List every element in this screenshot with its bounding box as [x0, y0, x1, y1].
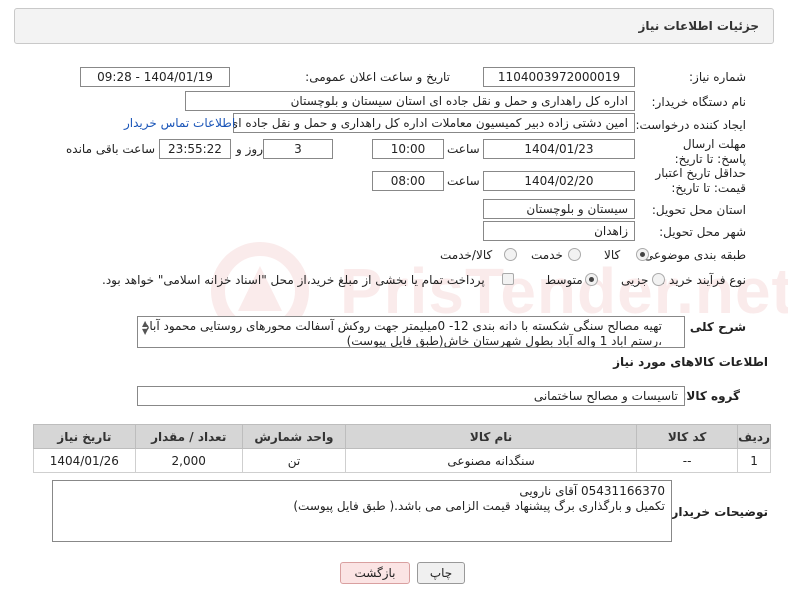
- deadline-time-label: ساعت: [447, 142, 480, 156]
- col-code-header: کد کالا: [636, 424, 739, 449]
- row-number: 1: [737, 448, 771, 473]
- remaining-label: ساعت باقی مانده: [66, 142, 156, 156]
- goods-group-label: گروه کالا:: [681, 389, 740, 403]
- province-field: سیستان و بلوچستان: [483, 199, 635, 219]
- treasury-payment-note: پرداخت تمام یا بخشی از مبلغ خرید،از محل …: [102, 273, 485, 287]
- description-scrollbar[interactable]: ▲ ▼: [142, 320, 148, 336]
- table-row: 1 -- سنگدانه مصنوعی تن 2,000 1404/01/26: [33, 448, 771, 473]
- goods-quantity: 2,000: [134, 448, 243, 473]
- buyer-notes-line-2: تکمیل و بارگذاری برگ پیشنهاد قیمت الزامی…: [293, 499, 665, 513]
- price-validity-time-label: ساعت: [447, 174, 480, 188]
- treasury-payment-checkbox[interactable]: [502, 273, 514, 285]
- category-radio-goods-service[interactable]: [504, 248, 517, 261]
- back-button[interactable]: بازگشت: [340, 562, 410, 584]
- col-date-header: تاریخ نیاز: [33, 424, 136, 449]
- category-option-goods-service: کالا/خدمت: [440, 248, 493, 262]
- buyer-org-field: اداره کل راهداری و حمل و نقل جاده ای است…: [185, 91, 635, 111]
- goods-section-title: اطلاعات کالاهای مورد نیاز: [613, 355, 768, 369]
- page-title: جزئیات اطلاعات نیاز: [638, 19, 759, 33]
- col-qty-header: تعداد / مقدار: [134, 424, 243, 449]
- buyer-notes-line-1: 05431166370 آقای نارویی: [519, 484, 665, 498]
- description-textarea[interactable]: تهیه مصالح سنگی شکسته با دانه بندی 12- 0…: [137, 316, 685, 348]
- buyer-org-label: نام دستگاه خریدار:: [651, 95, 747, 109]
- price-validity-date-field: 1404/02/20: [483, 171, 635, 191]
- process-label: نوع فرآیند خرید :: [661, 273, 746, 287]
- buyer-contact-link[interactable]: اطلاعات تماس خریدار: [124, 116, 235, 130]
- description-text: تهیه مصالح سنگی شکسته با دانه بندی 12- 0…: [143, 319, 662, 348]
- announce-label: تاریخ و ساعت اعلان عمومی:: [305, 70, 450, 84]
- category-label: طبقه بندی موضوعی:: [639, 248, 746, 262]
- process-option-minor: جزیی: [621, 273, 649, 287]
- creator-label: ایجاد کننده درخواست:: [635, 118, 746, 132]
- announce-field: 1404/01/19 - 09:28: [80, 67, 230, 87]
- price-validity-label: حداقل تاریخ اعتبار قیمت: تا تاریخ:: [655, 166, 746, 195]
- category-radio-service[interactable]: [568, 248, 581, 261]
- process-option-medium: متوسط: [545, 273, 583, 287]
- goods-group-field: تاسیسات و مصالح ساختمانی: [137, 386, 685, 406]
- days-label: روز و: [236, 142, 263, 156]
- goods-table: ردیف کد کالا نام کالا واحد شمارش تعداد /…: [33, 424, 771, 473]
- category-option-goods: کالا: [604, 248, 621, 262]
- col-row-header: ردیف: [737, 424, 771, 449]
- header-panel: جزئیات اطلاعات نیاز: [14, 8, 774, 44]
- goods-name: سنگدانه مصنوعی: [345, 448, 638, 473]
- need-number-label: شماره نیاز:: [689, 70, 746, 84]
- process-radio-medium[interactable]: [585, 273, 598, 286]
- price-validity-time-field: 08:00: [372, 171, 444, 191]
- goods-table-header: ردیف کد کالا نام کالا واحد شمارش تعداد /…: [33, 424, 771, 449]
- creator-field: امین دشتی زاده دبیر کمیسیون معاملات ادار…: [233, 113, 635, 133]
- city-field: زاهدان: [483, 221, 635, 241]
- buyer-notes-box: 05431166370 آقای نارویی تکمیل و بارگذاری…: [52, 480, 672, 542]
- city-label: شهر محل تحویل:: [659, 225, 746, 239]
- days-field: 3: [263, 139, 333, 159]
- goods-code: --: [636, 448, 739, 473]
- col-name-header: نام کالا: [345, 424, 638, 449]
- category-option-service: خدمت: [531, 248, 563, 262]
- province-label: استان محل تحویل:: [651, 203, 746, 217]
- goods-unit: تن: [241, 448, 347, 473]
- category-radio-goods[interactable]: [636, 248, 649, 261]
- goods-need-date: 1404/01/26: [33, 448, 136, 473]
- buyer-notes-label: توضیحات خریدار:: [666, 505, 768, 519]
- need-number-field: 1104003972000019: [483, 67, 635, 87]
- process-radio-minor[interactable]: [652, 273, 665, 286]
- deadline-label: مهلت ارسال پاسخ: تا تاریخ:: [674, 137, 746, 166]
- deadline-time-field: 10:00: [372, 139, 444, 159]
- print-button[interactable]: چاپ: [417, 562, 465, 584]
- remaining-time-field: 23:55:22: [159, 139, 231, 159]
- deadline-date-field: 1404/01/23: [483, 139, 635, 159]
- col-unit-header: واحد شمارش: [241, 424, 347, 449]
